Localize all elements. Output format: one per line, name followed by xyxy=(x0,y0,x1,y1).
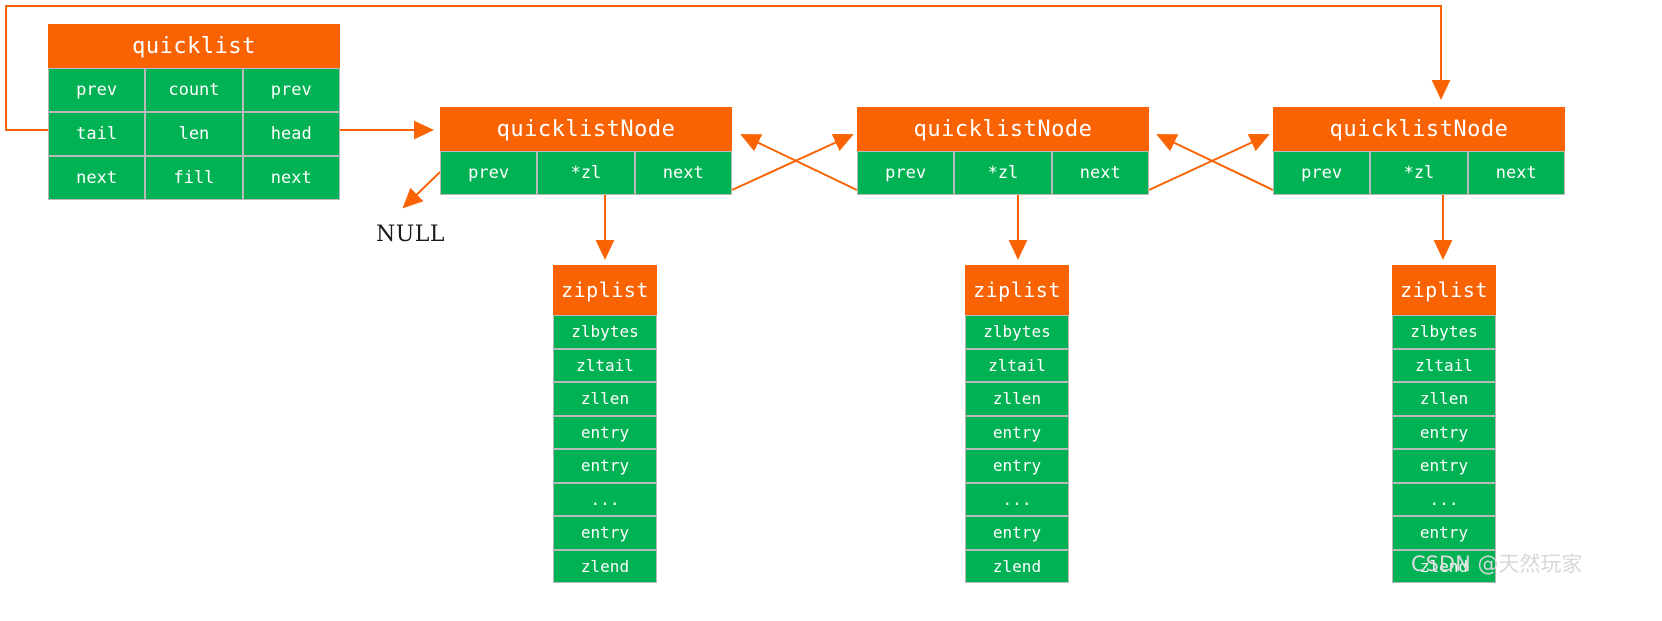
quicklistnode-cells-0: prev *zl next xyxy=(440,151,732,195)
ziplist-1-row-zlbytes: zlbytes xyxy=(965,315,1069,349)
quicklistnode-1-cell-next: next xyxy=(1051,151,1149,195)
quicklist-row-1: tail len head xyxy=(48,112,340,156)
ziplist-2-row-entry-0: entry xyxy=(1392,415,1496,449)
quicklistnode-struct-2: quicklistNode prev *zl next xyxy=(1273,107,1565,195)
ziplist-1-row-entry-0: entry xyxy=(965,415,1069,449)
quicklistnode-1-cell-prev: prev xyxy=(857,151,955,195)
null-label: NULL xyxy=(376,222,446,247)
quicklistnode-struct-1: quicklistNode prev *zl next xyxy=(857,107,1149,195)
quicklistnode-cells-2: prev *zl next xyxy=(1273,151,1565,195)
ziplist-1-row-ellipsis: ... xyxy=(965,482,1069,516)
ziplist-0-row-zlbytes: zlbytes xyxy=(553,315,657,349)
quicklist-cell-count: count xyxy=(145,68,243,112)
quicklistnode-0-cell-zl: *zl xyxy=(537,151,635,195)
ziplist-struct-0: ziplist zlbytes zltail zllen entry entry… xyxy=(553,265,657,583)
wire-node1-prev-node0 xyxy=(740,134,858,191)
ziplist-0-row-entry-2: entry xyxy=(553,516,657,550)
ziplist-2-row-zllen: zllen xyxy=(1392,382,1496,416)
quicklist-cell-len: len xyxy=(145,112,243,156)
quicklistnode-header-2: quicklistNode xyxy=(1273,107,1565,151)
ziplist-struct-1: ziplist zlbytes zltail zllen entry entry… xyxy=(965,265,1069,583)
ziplist-2-row-ellipsis: ... xyxy=(1392,482,1496,516)
ziplist-0-row-entry-0: entry xyxy=(553,415,657,449)
quicklist-cell-tail: tail xyxy=(48,112,146,156)
quicklist-cell-head: head xyxy=(242,112,340,156)
quicklistnode-0-cell-next: next xyxy=(634,151,732,195)
ziplist-struct-2: ziplist zlbytes zltail zllen entry entry… xyxy=(1392,265,1496,583)
quicklistnode-header-1: quicklistNode xyxy=(857,107,1149,151)
quicklist-cell-next-1: next xyxy=(242,156,340,200)
quicklist-row-0: prev count prev xyxy=(48,68,340,112)
csdn-watermark: CSDN @天然玩家 xyxy=(1411,552,1583,576)
quicklist-cell-fill: fill xyxy=(145,156,243,200)
ziplist-0-row-entry-1: entry xyxy=(553,449,657,483)
ziplist-header-2: ziplist xyxy=(1392,265,1496,315)
ziplist-1-row-zllen: zllen xyxy=(965,382,1069,416)
quicklist-header: quicklist xyxy=(48,24,340,68)
ziplist-header-0: ziplist xyxy=(553,265,657,315)
quicklistnode-struct-0: quicklistNode prev *zl next xyxy=(440,107,732,195)
quicklist-cell-next-0: next xyxy=(48,156,146,200)
quicklistnode-0-cell-prev: prev xyxy=(440,151,538,195)
ziplist-0-row-zlend: zlend xyxy=(553,549,657,583)
quicklist-cell-prev-1: prev xyxy=(242,68,340,112)
quicklistnode-1-cell-zl: *zl xyxy=(954,151,1052,195)
ziplist-1-row-entry-2: entry xyxy=(965,516,1069,550)
diagram-canvas: quicklist prev count prev tail len head … xyxy=(0,0,1662,621)
ziplist-2-row-entry-1: entry xyxy=(1392,449,1496,483)
wire-node1-next-node2 xyxy=(1148,134,1270,191)
ziplist-1-row-zlend: zlend xyxy=(965,549,1069,583)
ziplist-0-row-ellipsis: ... xyxy=(553,482,657,516)
ziplist-2-row-zlbytes: zlbytes xyxy=(1392,315,1496,349)
wire-node0-prev-null xyxy=(402,171,441,209)
quicklistnode-2-cell-zl: *zl xyxy=(1370,151,1468,195)
ziplist-1-row-entry-1: entry xyxy=(965,449,1069,483)
quicklistnode-header-0: quicklistNode xyxy=(440,107,732,151)
quicklist-struct: quicklist prev count prev tail len head … xyxy=(48,24,340,200)
ziplist-1-row-zltail: zltail xyxy=(965,348,1069,382)
quicklistnode-2-cell-prev: prev xyxy=(1273,151,1371,195)
wire-node0-next-node1 xyxy=(731,133,854,191)
ziplist-2-row-zltail: zltail xyxy=(1392,348,1496,382)
quicklistnode-cells-1: prev *zl next xyxy=(857,151,1149,195)
ziplist-0-row-zllen: zllen xyxy=(553,382,657,416)
ziplist-2-row-entry-2: entry xyxy=(1392,516,1496,550)
quicklistnode-2-cell-next: next xyxy=(1467,151,1565,195)
ziplist-header-1: ziplist xyxy=(965,265,1069,315)
quicklist-cell-prev-0: prev xyxy=(48,68,146,112)
ziplist-0-row-zltail: zltail xyxy=(553,348,657,382)
wire-node2-prev-node1 xyxy=(1156,134,1274,191)
quicklist-row-2: next fill next xyxy=(48,156,340,200)
